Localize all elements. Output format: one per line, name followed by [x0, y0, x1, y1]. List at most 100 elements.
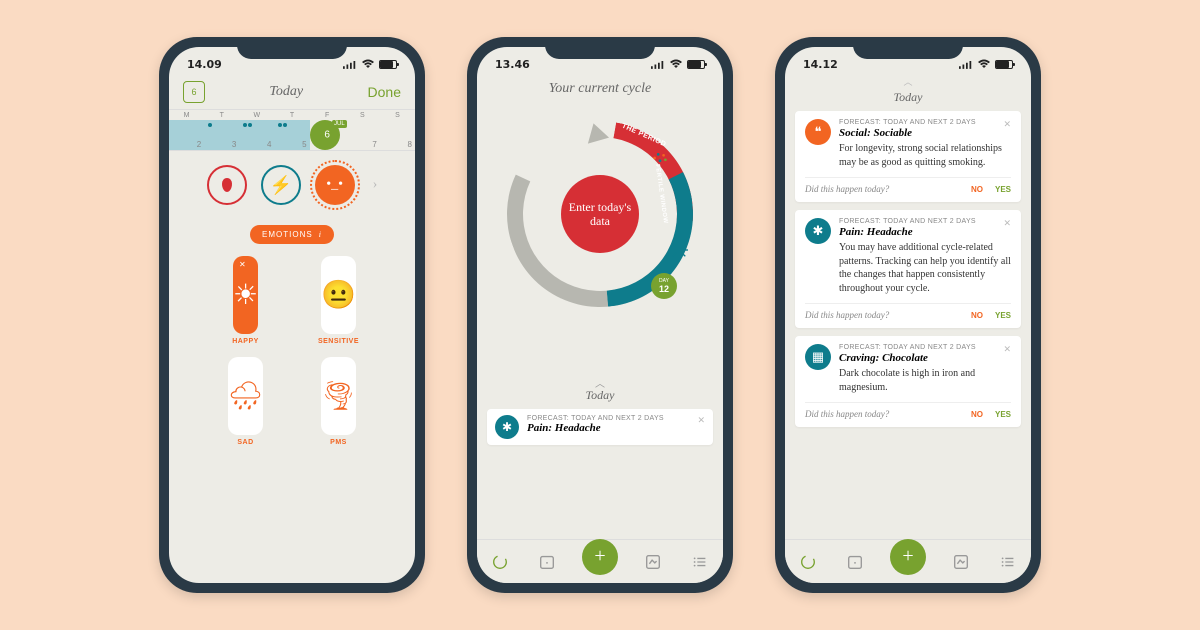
forecast-card-pain[interactable]: ✱ FORECAST: TODAY AND NEXT 2 DAYS Pain: …: [795, 210, 1021, 328]
month-tag: JUL: [332, 120, 347, 128]
tab-list[interactable]: [689, 551, 711, 573]
tab-calendar[interactable]: [536, 551, 558, 573]
emotions-pill[interactable]: EMOTIONS i: [250, 225, 334, 244]
no-button[interactable]: NO: [971, 410, 983, 419]
signal-icon: [343, 60, 357, 69]
signal-icon: [959, 60, 973, 69]
cycle-day-badge: DAY 12: [651, 273, 677, 299]
page-title: Your current cycle: [477, 75, 723, 99]
notch: [853, 37, 963, 59]
tornado-icon: 🌪: [321, 379, 357, 413]
status-icons: [959, 59, 1013, 69]
forecast-body: For longevity, strong social relationshi…: [839, 142, 1011, 169]
today-label: Today: [795, 88, 1021, 111]
notch: [237, 37, 347, 59]
notch: [545, 37, 655, 59]
yes-button[interactable]: YES: [995, 185, 1011, 194]
dots-icon: [651, 149, 669, 167]
drop-icon: [222, 178, 232, 192]
emotion-grid: ✕☀HAPPY 😐SENSITIVE 🌧SAD 🌪PMS: [169, 256, 415, 446]
period-category-button[interactable]: [207, 165, 247, 205]
status-icons: [343, 59, 397, 69]
card-label: HAPPY: [232, 338, 259, 345]
status-time: 13.46: [495, 58, 530, 71]
face-icon: •_•: [326, 177, 343, 193]
forecast-card-social[interactable]: ❝ FORECAST: TODAY AND NEXT 2 DAYS Social…: [795, 111, 1021, 202]
day-num: 7: [372, 140, 376, 149]
tab-bar: +: [477, 539, 723, 583]
day-num: 3: [232, 140, 236, 149]
battery-icon: [379, 60, 397, 69]
forecast-body: You may have additional cycle-related pa…: [839, 241, 1011, 295]
tab-list[interactable]: [997, 551, 1019, 573]
weekday-label: T: [220, 112, 224, 119]
weekday-label: T: [290, 112, 294, 119]
bolt-icon: ⚡: [269, 175, 291, 196]
close-icon[interactable]: ✕: [697, 415, 705, 426]
tab-analysis[interactable]: [950, 551, 972, 573]
yes-button[interactable]: YES: [995, 311, 1011, 320]
done-button[interactable]: Done: [368, 84, 401, 100]
question-label: Did this happen today?: [805, 310, 889, 320]
close-icon[interactable]: ✕: [1003, 344, 1011, 355]
wifi-icon: [361, 59, 375, 69]
chat-icon: ❝: [805, 119, 831, 145]
page-title: Today: [269, 84, 303, 100]
close-icon[interactable]: ✕: [1003, 119, 1011, 130]
yes-button[interactable]: YES: [995, 410, 1011, 419]
tab-cycle[interactable]: [489, 551, 511, 573]
tab-calendar[interactable]: [844, 551, 866, 573]
phone-left: 14.09 6 Today Done M2 T3 W4 T5 FJUL6 S7 …: [159, 37, 425, 593]
calendar-button[interactable]: 6: [183, 81, 205, 103]
card-label: SAD: [237, 439, 253, 446]
day-num: 6: [324, 130, 330, 141]
screen-forecast: 14.12 ︿ Today ❝ FORECAST: TODAY AND NEXT…: [785, 47, 1031, 583]
emotion-pms-card[interactable]: 🌪: [321, 357, 357, 435]
day-num: 5: [302, 140, 306, 149]
forecast-card[interactable]: ✱ FORECAST: TODAY AND NEXT 2 DAYS Pain: …: [487, 409, 713, 445]
emotion-happy-card[interactable]: ✕☀: [233, 256, 258, 334]
close-icon[interactable]: ✕: [239, 260, 246, 269]
pain-category-button[interactable]: ⚡: [261, 165, 301, 205]
week-strip[interactable]: M2 T3 W4 T5 FJUL6 S7 S8: [169, 109, 415, 151]
chevron-right-icon[interactable]: ›: [373, 177, 378, 193]
weekday-label: M: [184, 112, 190, 119]
enter-data-button[interactable]: Enter today's data: [561, 175, 639, 253]
no-button[interactable]: NO: [971, 311, 983, 320]
forecast-card-craving[interactable]: ▦ FORECAST: TODAY AND NEXT 2 DAYS Cravin…: [795, 336, 1021, 427]
forecast-sub: FORECAST: TODAY AND NEXT 2 DAYS: [839, 218, 1011, 225]
emotion-sensitive-card[interactable]: 😐: [321, 256, 356, 334]
battery-icon: [687, 60, 705, 69]
card-label: SENSITIVE: [318, 338, 359, 345]
cycle-ring[interactable]: THE PERIOD FERTILE WINDOW Enter today's …: [495, 109, 705, 319]
tracking-header: 6 Today Done: [169, 75, 415, 109]
sun-icon: ☀: [233, 278, 258, 312]
tab-analysis[interactable]: [642, 551, 664, 573]
emotion-category-button[interactable]: •_•: [315, 165, 355, 205]
status-time: 14.09: [187, 58, 222, 71]
tab-bar: +: [785, 539, 1031, 583]
burst-icon: ✱: [495, 415, 519, 439]
screen-cycle: 13.46 Your current cycle THE PERIOD FERT…: [477, 47, 723, 583]
weekday-label: S: [360, 112, 365, 119]
forecast-title: Social: Sociable: [839, 127, 1011, 139]
info-icon: i: [319, 230, 322, 239]
chevron-up-icon[interactable]: ︿: [795, 75, 1021, 88]
status-icons: [651, 59, 705, 69]
question-label: Did this happen today?: [805, 409, 889, 419]
add-button[interactable]: +: [890, 539, 926, 575]
forecast-sub: FORECAST: TODAY AND NEXT 2 DAYS: [839, 119, 1011, 126]
emotion-sad-card[interactable]: 🌧: [228, 357, 264, 435]
day-num: 4: [267, 140, 271, 149]
weekday-label: S: [395, 112, 400, 119]
signal-icon: [651, 60, 665, 69]
status-time: 14.12: [803, 58, 838, 71]
weekday-label: W: [254, 112, 261, 119]
pill-label: EMOTIONS: [262, 230, 313, 239]
tab-cycle[interactable]: [797, 551, 819, 573]
today-label: Today: [477, 388, 723, 403]
no-button[interactable]: NO: [971, 185, 983, 194]
day-number: 12: [659, 284, 669, 294]
close-icon[interactable]: ✕: [1003, 218, 1011, 229]
add-button[interactable]: +: [582, 539, 618, 575]
